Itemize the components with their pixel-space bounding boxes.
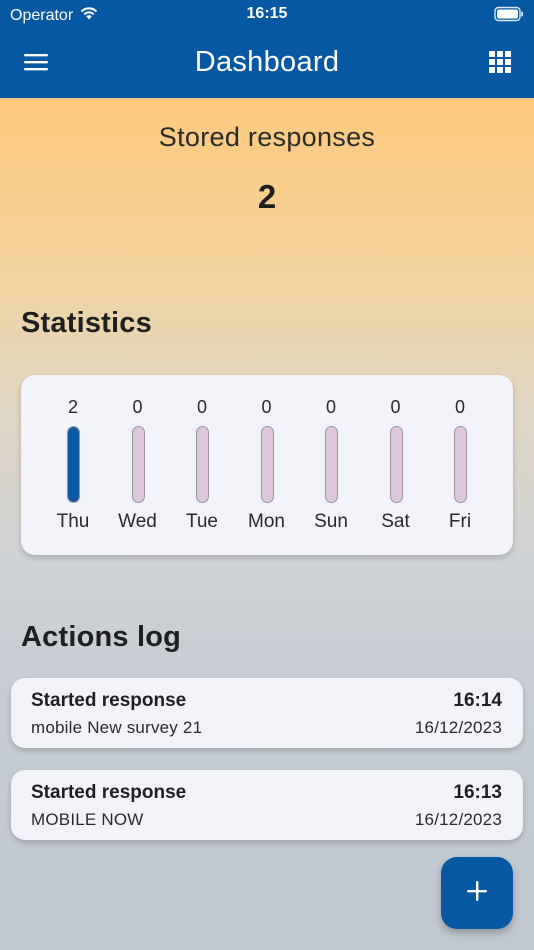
log-time: 16:13 (453, 782, 502, 803)
battery-icon (494, 6, 524, 22)
stat-day-column: 0 Wed (106, 375, 170, 555)
stat-day-label: Sun (314, 511, 348, 532)
stat-bar (389, 426, 403, 503)
stat-count: 0 (454, 397, 465, 417)
log-time: 16:14 (453, 690, 502, 711)
stat-count: 0 (132, 397, 143, 417)
stat-bar-fill (68, 427, 79, 502)
log-action: Started response (31, 690, 187, 711)
stat-day-column: 0 Tue (170, 375, 234, 555)
actions-log-entry[interactable]: Started response 16:13 MOBILE NOW 16/12/… (11, 770, 523, 840)
stat-day-column: 0 Mon (235, 375, 299, 555)
stat-day-column: 0 Fri (428, 375, 492, 555)
status-time: 16:15 (246, 5, 288, 22)
stat-day-column: 0 Sat (364, 375, 428, 555)
statistics-card: 2 Thu 0 Wed 0 Tue 0 Mon 0 Sun 0 Sat 0 Fr… (21, 375, 513, 555)
stat-day-label: Sat (381, 511, 410, 532)
stored-responses-count: 2 (257, 178, 277, 215)
stat-bar (67, 426, 80, 503)
log-date: 16/12/2023 (414, 810, 502, 829)
add-button[interactable] (441, 857, 513, 929)
stat-count: 0 (196, 397, 207, 417)
page-title: Dashboard (194, 46, 340, 78)
stat-bar (131, 426, 145, 503)
app-bar: Dashboard (0, 30, 534, 98)
stat-day-label: Tue (185, 511, 219, 532)
apps-button[interactable] (480, 44, 520, 84)
stat-count: 0 (261, 397, 272, 417)
stat-bar (454, 426, 467, 503)
stat-count: 0 (390, 397, 401, 417)
stat-count: 2 (67, 397, 78, 417)
log-detail: mobile New survey 21 (31, 718, 203, 737)
stat-bar (196, 426, 209, 503)
stat-day-column: 0 Sun (299, 375, 363, 555)
stored-responses-title: Stored responses (158, 122, 376, 152)
log-detail: MOBILE NOW (31, 810, 144, 829)
stat-bar (325, 426, 338, 503)
stat-day-label: Thu (56, 511, 90, 532)
plus-icon (465, 879, 489, 908)
stat-count: 0 (325, 397, 336, 417)
stat-day-label: Wed (118, 511, 157, 532)
statistics-heading: Statistics (21, 307, 152, 339)
actions-log-entry[interactable]: Started response 16:14 mobile New survey… (11, 678, 523, 748)
actions-log-heading: Actions log (21, 621, 182, 653)
grid-apps-icon (489, 50, 511, 78)
stat-day-label: Mon (248, 511, 285, 532)
status-bar: Operator 16:15 (0, 0, 534, 30)
stat-bar (260, 426, 274, 503)
stat-day-column: 2 Thu (41, 375, 105, 555)
log-action: Started response (31, 782, 187, 803)
log-date: 16/12/2023 (414, 718, 502, 737)
stat-day-label: Fri (448, 511, 472, 532)
